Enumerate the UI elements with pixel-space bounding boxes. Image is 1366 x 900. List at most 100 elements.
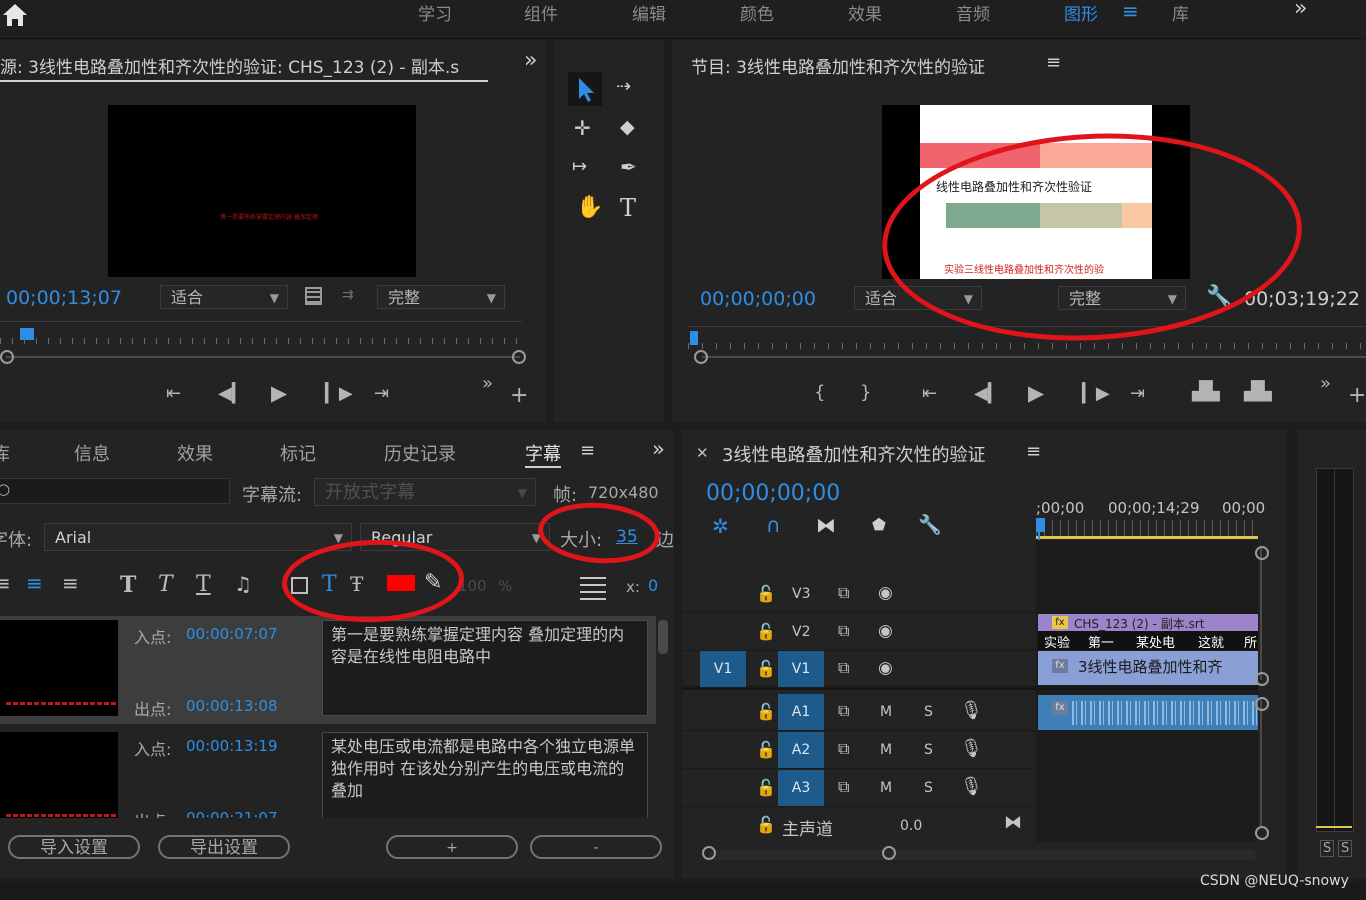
controls-overflow-icon[interactable]: » xyxy=(1320,373,1331,394)
workspace-menu-icon[interactable]: ≡ xyxy=(1122,0,1139,23)
lock-icon[interactable]: 🔓 xyxy=(756,622,776,641)
mark-in-icon[interactable]: { xyxy=(814,382,825,403)
timeline-ruler-ticks[interactable] xyxy=(1036,520,1258,536)
nav-editing[interactable]: 编辑 xyxy=(632,0,666,25)
nav-assembly[interactable]: 组件 xyxy=(524,0,558,25)
track-name[interactable]: V3 xyxy=(792,586,810,602)
x-input[interactable]: 0 xyxy=(648,576,658,595)
nav-learn[interactable]: 学习 xyxy=(418,0,452,25)
in-timecode[interactable]: 00:00:13:19 xyxy=(186,737,278,755)
nav-graphics[interactable]: 图形 xyxy=(1064,0,1098,25)
bold-icon[interactable]: T xyxy=(120,572,136,598)
caption-text-field[interactable]: 某处电压或电流都是电路中各个独立电源单独作用时 在该处分别产生的电压或电流的叠加 xyxy=(322,732,648,818)
microphone-icon[interactable]: 🎙 xyxy=(960,738,983,759)
controls-overflow-icon[interactable]: » xyxy=(482,373,493,394)
track-target-v1[interactable]: V1 xyxy=(778,651,824,687)
captions-menu-icon[interactable]: ≡ xyxy=(580,440,595,461)
zoom-handle-left[interactable] xyxy=(0,350,14,364)
mute-button[interactable]: M xyxy=(880,780,892,796)
track-name[interactable]: V2 xyxy=(792,624,810,640)
step-forward-icon[interactable]: ▎▶ xyxy=(325,383,353,404)
tab-history[interactable]: 历史记录 xyxy=(384,440,456,466)
mute-button[interactable]: M xyxy=(880,704,892,720)
source-zoom-bar[interactable] xyxy=(6,356,520,358)
timeline-timecode[interactable]: 00;00;00;00 xyxy=(706,481,840,506)
eye-icon[interactable]: ◉ xyxy=(878,583,893,603)
remove-caption-button[interactable]: - xyxy=(530,835,662,859)
lift-icon[interactable]: ▟▙ xyxy=(1192,381,1220,402)
master-volume[interactable]: 0.0 xyxy=(900,818,922,834)
source-monitor-title[interactable]: 源: 3线性电路叠加性和齐次性的验证: CHS_123 (2) - 副本.s xyxy=(0,53,488,82)
go-to-end-icon[interactable]: ⧓ xyxy=(1004,812,1022,833)
solo-button[interactable]: S xyxy=(924,780,933,796)
insert-arrows-icon[interactable]: ⇉ xyxy=(342,287,354,303)
sync-lock-icon[interactable]: ⧉ xyxy=(838,777,849,797)
stream-dropdown[interactable]: 开放式字幕 ▼ xyxy=(314,478,536,506)
caption-list-scrollbar[interactable] xyxy=(658,620,668,654)
mute-button[interactable]: M xyxy=(880,742,892,758)
caption-search-input[interactable]: ○ xyxy=(0,478,230,504)
go-to-out-icon[interactable]: ⇥ xyxy=(374,383,389,404)
panel-overflow-button[interactable]: » xyxy=(652,437,665,461)
nav-libraries[interactable]: 库 xyxy=(1172,0,1189,25)
align-center-icon[interactable]: ≡ xyxy=(26,571,43,595)
add-marker-icon[interactable]: ⬟ xyxy=(872,515,886,534)
timeline-title[interactable]: 3线性电路叠加性和齐次性的验证 xyxy=(722,441,985,467)
mark-out-icon[interactable]: } xyxy=(860,382,871,403)
program-timecode[interactable]: 00;00;00;00 xyxy=(700,288,816,310)
panel-overflow-button[interactable]: » xyxy=(524,48,537,73)
lock-icon[interactable]: 🔓 xyxy=(756,659,776,678)
snap-magnet-icon[interactable]: ∩ xyxy=(766,513,781,537)
sync-lock-icon[interactable]: ⧉ xyxy=(838,621,849,641)
source-timecode[interactable]: 00;00;13;07 xyxy=(6,287,122,309)
position-grid-icon[interactable] xyxy=(580,572,606,600)
play-icon[interactable]: ▶ xyxy=(1028,381,1044,405)
program-menu-icon[interactable]: ≡ xyxy=(1046,52,1061,73)
caption-item[interactable]: 入点: 00:00:07:07 出点: 00:00:13:08 第一是要熟练掌握… xyxy=(0,616,656,724)
track-target-a3[interactable]: A3 xyxy=(778,770,824,806)
track-target-a1[interactable]: A1 xyxy=(778,694,824,730)
hand-tool-icon[interactable]: ✋ xyxy=(576,195,603,220)
lock-icon[interactable]: 🔓 xyxy=(756,815,776,834)
solo-button[interactable]: S xyxy=(924,704,933,720)
clip-audio-a1[interactable]: fx xyxy=(1038,695,1258,730)
ripple-edit-tool-icon[interactable]: ✛ xyxy=(574,116,591,140)
import-settings-button[interactable]: 导入设置 xyxy=(8,835,140,859)
underline-icon[interactable]: T xyxy=(196,572,211,597)
program-zoom-bar[interactable] xyxy=(702,356,1366,358)
clip-video-v1[interactable]: fx 3线性电路叠加性和齐 xyxy=(1038,651,1258,685)
tab-markers[interactable]: 标记 xyxy=(280,440,316,466)
tab-info[interactable]: 信息 xyxy=(74,440,110,466)
selection-tool-icon[interactable] xyxy=(568,72,602,106)
film-settings-icon[interactable] xyxy=(305,287,322,305)
out-timecode[interactable]: 00:00:21:07 xyxy=(186,809,278,818)
wrench-icon[interactable]: 🔧 xyxy=(918,513,942,536)
export-settings-button[interactable]: 导出设置 xyxy=(158,835,290,859)
sync-lock-icon[interactable]: ⧉ xyxy=(838,658,849,678)
add-caption-button[interactable]: + xyxy=(386,835,518,859)
extract-icon[interactable]: ▟▙ xyxy=(1244,381,1272,402)
button-editor-icon[interactable]: + xyxy=(1348,383,1366,408)
music-note-icon[interactable]: ♫ xyxy=(234,572,252,596)
sync-lock-icon[interactable]: ⧉ xyxy=(838,739,849,759)
vscroll-video[interactable] xyxy=(1260,546,1262,680)
clip-caption-v2[interactable]: fx CHS_123 (2) - 副本.srt 实验 第一 某处电 这就 所 xyxy=(1038,614,1258,651)
nav-overflow-button[interactable]: » xyxy=(1294,0,1307,21)
sync-lock-icon[interactable]: ⧉ xyxy=(838,701,849,721)
lock-icon[interactable]: 🔓 xyxy=(756,584,776,603)
vscroll-handle[interactable] xyxy=(1255,672,1269,686)
nav-audio[interactable]: 音频 xyxy=(956,0,990,25)
timeline-menu-icon[interactable]: ≡ xyxy=(1026,441,1041,462)
razor-tool-icon[interactable]: ◆ xyxy=(620,116,635,138)
out-timecode[interactable]: 00:00:13:08 xyxy=(186,697,278,715)
go-to-in-icon[interactable]: ⇤ xyxy=(922,383,937,404)
program-zoom-handle[interactable] xyxy=(694,350,708,364)
zoom-handle-right[interactable] xyxy=(882,846,896,860)
track-select-tool-icon[interactable]: ⇢ xyxy=(616,76,631,97)
type-tool-icon[interactable]: T xyxy=(620,194,636,222)
solo-left-button[interactable]: S xyxy=(1320,840,1335,857)
track-target-a2[interactable]: A2 xyxy=(778,732,824,768)
step-back-icon[interactable]: ◀▎ xyxy=(974,383,1002,404)
font-dropdown[interactable]: Arial ▼ xyxy=(44,523,352,551)
pen-tool-icon[interactable]: ✒ xyxy=(620,155,637,179)
